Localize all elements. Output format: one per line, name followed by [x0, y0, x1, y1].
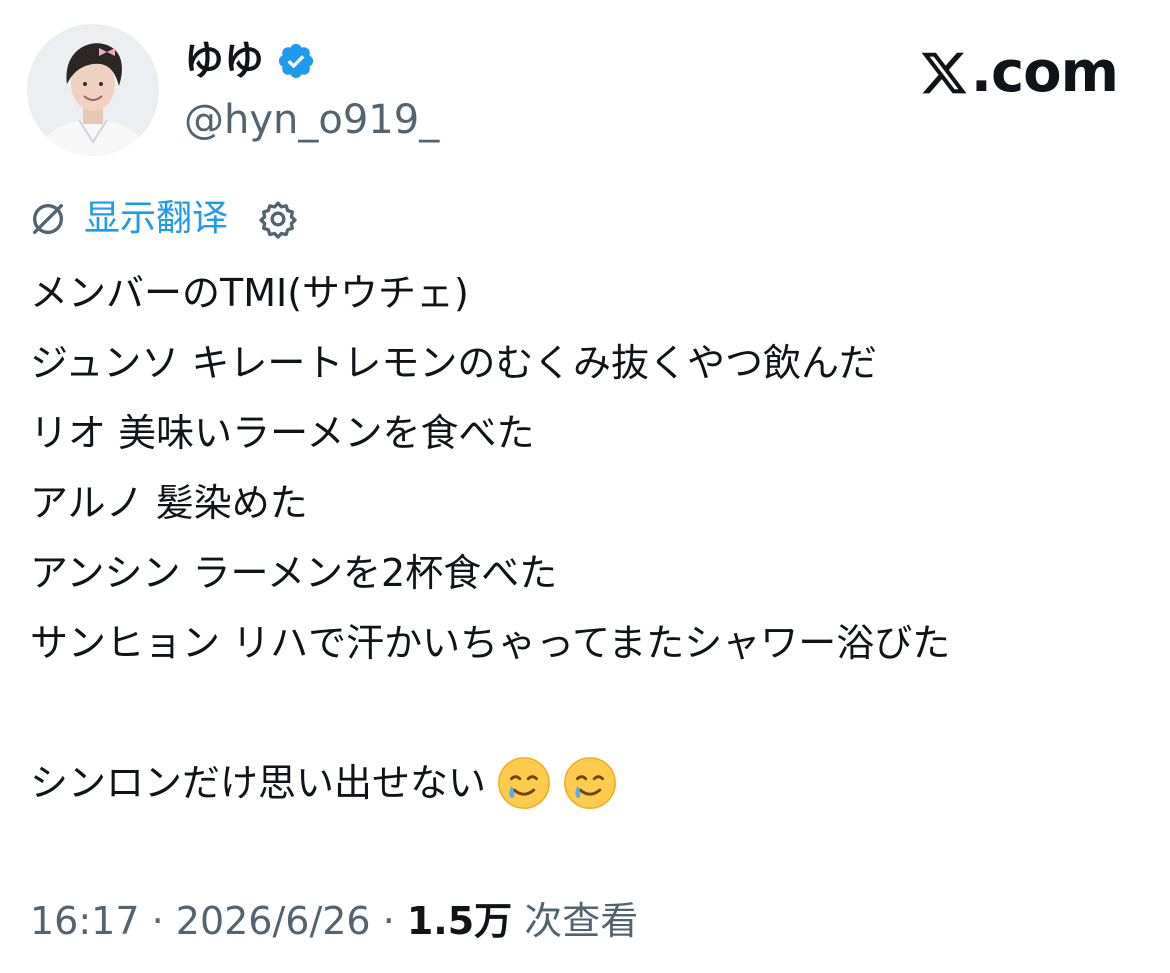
avatar[interactable]: [27, 24, 159, 156]
tweet-line: リオ 美味いラーメンを食べた: [30, 411, 535, 455]
tweet-date[interactable]: 2026/6/26: [176, 899, 371, 943]
tweet-time[interactable]: 16:17: [30, 899, 140, 943]
author-handle[interactable]: @hyn_o919_: [184, 94, 439, 146]
gear-icon[interactable]: [258, 199, 298, 239]
author-name-row[interactable]: ゆゆ: [184, 36, 316, 86]
tweet-line: メンバーのTMI(サウチェ): [30, 271, 469, 315]
tweet-line: ジュンソ キレートレモンのむくみ抜くやつ飲んだ: [30, 341, 877, 385]
tweet-line: アルノ 髪染めた: [30, 481, 308, 525]
views-label: 次查看: [512, 899, 639, 943]
translate-row: 显示翻译: [28, 196, 298, 242]
tweet-card: ゆゆ @hyn_o919_ .com 显示翻译 メンバーのTMI(サウチェ) ジ…: [0, 0, 1170, 973]
smiling-face-with-tear-icon: [564, 757, 616, 809]
tweet-line: シンロンだけ思い出せない: [30, 761, 487, 805]
brand-domain: .com: [970, 40, 1119, 105]
translate-globe-icon: [33, 204, 63, 234]
x-logo-icon: [921, 52, 967, 93]
tweet-line-with-emoji: シンロンだけ思い出せない: [30, 748, 1140, 818]
meta-separator: ·: [139, 899, 176, 943]
views-count: 1.5万: [406, 899, 513, 943]
smiling-face-with-tear-icon: [498, 757, 550, 809]
x-com-logo: .com: [919, 40, 1119, 105]
tweet-text: メンバーのTMI(サウチェ) ジュンソ キレートレモンのむくみ抜くやつ飲んだ リ…: [30, 258, 1140, 818]
meta-separator: ·: [370, 899, 407, 943]
tweet-meta: 16:17 · 2026/6/26 · 1.5万 次查看: [30, 893, 638, 949]
tweet-line: サンヒョン リハで汗かいちゃってまたシャワー浴びた: [30, 621, 951, 665]
tweet-line: アンシン ラーメンを2杯食べた: [30, 551, 558, 595]
verified-badge-icon: [278, 43, 314, 79]
author-display-name[interactable]: ゆゆ: [184, 36, 264, 86]
show-translation-link[interactable]: 显示翻译: [84, 196, 228, 242]
